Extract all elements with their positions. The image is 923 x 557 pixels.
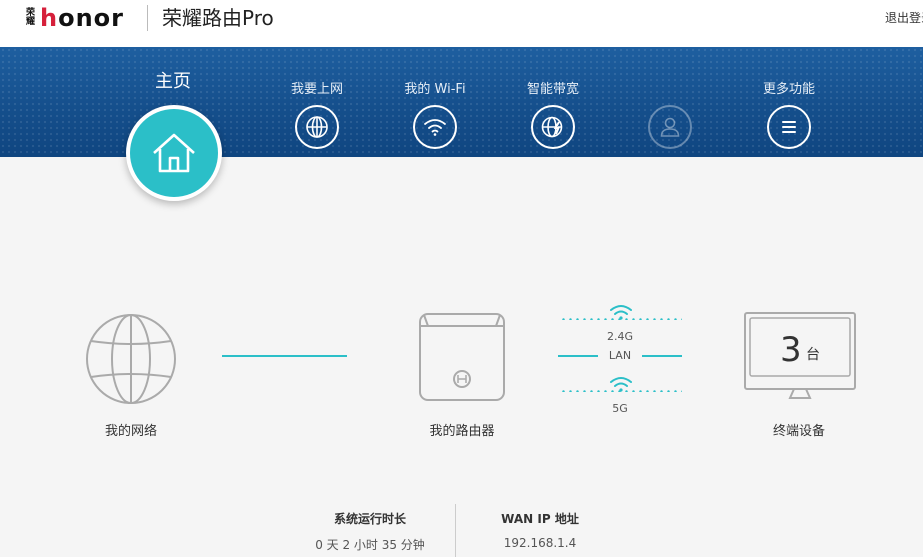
uptime-title: 系统运行时长	[333, 512, 406, 526]
nav-item-user[interactable]	[625, 81, 715, 149]
header: 荣 耀 honor 荣耀路由Pro 退出登录	[0, 0, 923, 47]
home-button[interactable]	[126, 105, 222, 201]
nav-item-smart-bandwidth[interactable]: 智能带宽	[508, 81, 598, 149]
nav-item-more-functions[interactable]: 更多功能	[744, 81, 834, 149]
band-lan-label: LAN	[608, 349, 632, 362]
home-label: 主页	[155, 71, 191, 92]
wan-ip-stat: WAN IP 地址 192.168.1.4	[470, 510, 610, 550]
router-label: 我的路由器	[429, 424, 495, 439]
wifi-24g-icon	[609, 303, 633, 325]
nav-item-label: 更多功能	[762, 82, 815, 97]
logout-link[interactable]: 退出登录	[885, 9, 923, 26]
nav-item-label: 智能带宽	[526, 82, 579, 97]
band-24g-label: 2.4G	[606, 330, 634, 343]
wifi-icon	[413, 105, 457, 149]
bandwidth-icon	[531, 105, 575, 149]
router-icon[interactable]	[418, 312, 506, 406]
logo-chinese: 荣 耀	[26, 8, 36, 27]
stats-divider	[455, 504, 456, 557]
network-globe-icon[interactable]	[85, 313, 177, 409]
device-count: 3	[780, 330, 802, 370]
user-icon	[648, 105, 692, 149]
globe-icon	[295, 105, 339, 149]
network-label: 我的网络	[104, 424, 158, 439]
home-icon	[130, 109, 218, 197]
wan-ip-value: 192.168.1.4	[503, 536, 577, 550]
wan-ip-title: WAN IP 地址	[501, 512, 579, 526]
menu-icon	[767, 105, 811, 149]
wifi-5g-icon	[609, 375, 633, 397]
devices-label: 终端设备	[772, 424, 826, 439]
lan-link-right	[642, 355, 682, 357]
nav-item-internet[interactable]: 我要上网	[272, 81, 362, 149]
logo-english: honor	[40, 4, 124, 32]
uptime-stat: 系统运行时长 0 天 2 小时 35 分钟	[300, 510, 440, 553]
uptime-value: 0 天 2 小时 35 分钟	[315, 538, 425, 552]
nav-item-label: 我的 Wi-Fi	[404, 82, 466, 97]
terminal-devices-button[interactable]: 3 台	[744, 312, 856, 399]
header-divider	[147, 5, 148, 31]
lan-link-left	[558, 355, 598, 357]
nav-item-label: 我要上网	[290, 82, 343, 97]
honor-logo[interactable]: 荣 耀 honor	[26, 5, 124, 31]
nav-item-wifi[interactable]: 我的 Wi-Fi	[390, 81, 480, 149]
band-5g-label: 5G	[612, 402, 628, 415]
device-unit: 台	[806, 347, 820, 363]
product-title: 荣耀路由Pro	[162, 6, 274, 30]
network-router-link	[222, 355, 347, 357]
